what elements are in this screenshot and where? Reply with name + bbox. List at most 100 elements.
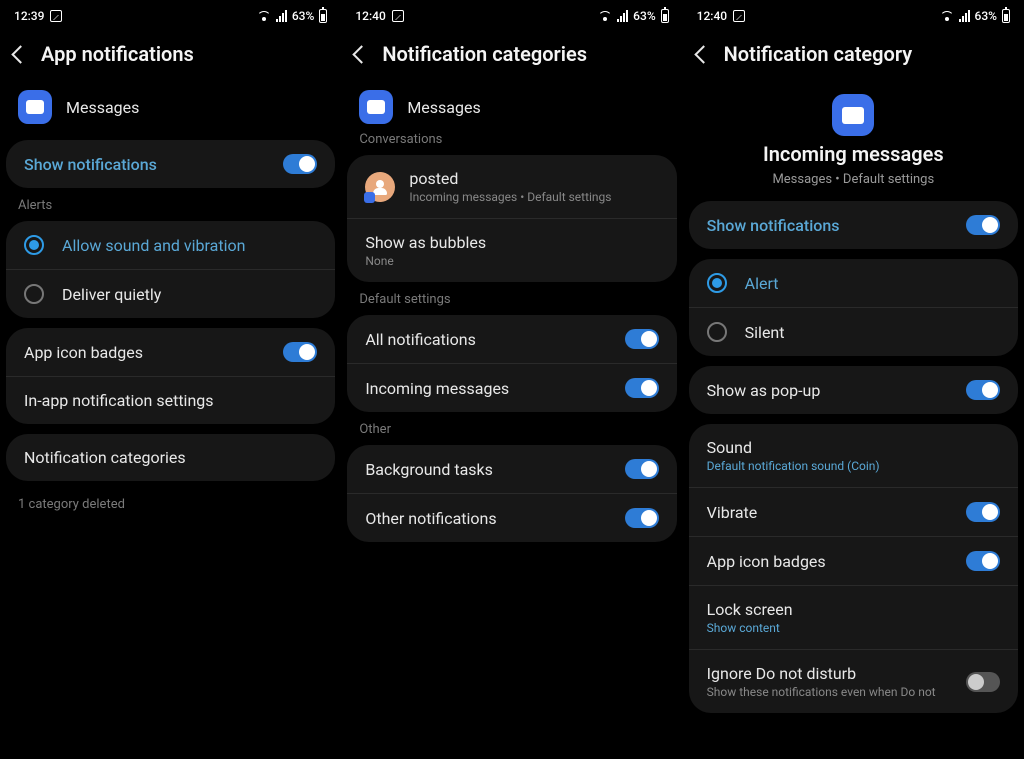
show-notifications-card: Show notifications <box>689 201 1018 249</box>
battery-icon <box>319 9 327 23</box>
toggle-app-icon-badges[interactable] <box>283 342 317 362</box>
row-label: All notifications <box>365 330 476 349</box>
toggle-show-notifications[interactable] <box>283 154 317 174</box>
screenshot-icon <box>733 10 745 22</box>
screenshot-icon <box>392 10 404 22</box>
back-icon[interactable] <box>353 45 371 63</box>
radio-allow-sound[interactable] <box>24 235 44 255</box>
category-title: Incoming messages <box>763 142 944 166</box>
toggle-app-icon-badges[interactable] <box>966 551 1000 571</box>
page-header: Notification category <box>683 28 1024 84</box>
category-subtitle: Messages • Default settings <box>772 172 934 187</box>
app-row[interactable]: Messages <box>341 84 682 132</box>
screen-notification-categories: 12:40 63% Notification categories Messag… <box>341 0 682 759</box>
status-bar: 12:40 63% <box>683 0 1024 28</box>
toggle-incoming-messages[interactable] <box>625 378 659 398</box>
back-icon[interactable] <box>11 45 29 63</box>
row-label: App icon badges <box>24 343 143 362</box>
toggle-all-notifications[interactable] <box>625 329 659 349</box>
alert-row[interactable]: Alert <box>689 259 1018 307</box>
row-label: Show notifications <box>24 155 157 174</box>
screen-app-notifications: 12:39 63% App notifications Messages Sho… <box>0 0 341 759</box>
row-label: Deliver quietly <box>62 285 161 304</box>
radio-deliver-quietly[interactable] <box>24 284 44 304</box>
battery-icon <box>661 9 669 23</box>
alert-mode-card: Alert Silent <box>689 259 1018 356</box>
vibrate-row[interactable]: Vibrate <box>689 487 1018 536</box>
page-title: App notifications <box>41 42 194 66</box>
background-tasks-row[interactable]: Background tasks <box>347 445 676 493</box>
avatar-icon <box>365 172 395 202</box>
signal-icon <box>617 10 628 22</box>
toggle-vibrate[interactable] <box>966 502 1000 522</box>
back-icon[interactable] <box>694 45 712 63</box>
popup-row[interactable]: Show as pop-up <box>689 366 1018 414</box>
wifi-icon <box>257 11 271 21</box>
row-label: Ignore Do not disturb <box>707 664 954 683</box>
options-card: App icon badges In-app notification sett… <box>6 328 335 424</box>
conversations-card: posted Incoming messages • Default setti… <box>347 155 676 282</box>
default-section-label: Default settings <box>341 292 682 315</box>
silent-row[interactable]: Silent <box>689 307 1018 356</box>
row-sub: Default notification sound (Coin) <box>707 459 880 473</box>
messages-app-icon <box>832 94 874 136</box>
radio-alert[interactable] <box>707 273 727 293</box>
row-label: Show as pop-up <box>707 381 821 400</box>
in-app-settings-row[interactable]: In-app notification settings <box>6 376 335 424</box>
wifi-icon <box>598 11 612 21</box>
row-label: App icon badges <box>707 552 826 571</box>
notification-categories-row[interactable]: Notification categories <box>6 434 335 481</box>
conversations-section-label: Conversations <box>341 132 682 155</box>
popup-card: Show as pop-up <box>689 366 1018 414</box>
page-title: Notification category <box>724 42 913 66</box>
app-icon-badges-row[interactable]: App icon badges <box>6 328 335 376</box>
row-sub: Show content <box>707 621 793 635</box>
battery-pct: 63% <box>292 9 314 23</box>
categories-card: Notification categories <box>6 434 335 481</box>
row-label: Silent <box>745 323 785 342</box>
lock-screen-row[interactable]: Lock screen Show content <box>689 585 1018 649</box>
deliver-quietly-row[interactable]: Deliver quietly <box>6 269 335 318</box>
status-bar: 12:39 63% <box>0 0 341 28</box>
screenshot-icon <box>50 10 62 22</box>
toggle-other-notifications[interactable] <box>625 508 659 528</box>
show-bubbles-row[interactable]: Show as bubbles None <box>347 218 676 282</box>
messages-app-icon <box>18 90 52 124</box>
app-row[interactable]: Messages <box>0 84 341 140</box>
row-label: Show as bubbles <box>365 233 486 252</box>
default-card: All notifications Incoming messages <box>347 315 676 412</box>
ignore-dnd-row[interactable]: Ignore Do not disturb Show these notific… <box>689 649 1018 713</box>
row-sub: None <box>365 254 486 268</box>
other-card: Background tasks Other notifications <box>347 445 676 542</box>
other-section-label: Other <box>341 422 682 445</box>
sound-row[interactable]: Sound Default notification sound (Coin) <box>689 424 1018 487</box>
messages-app-icon <box>359 90 393 124</box>
app-icon-badges-row[interactable]: App icon badges <box>689 536 1018 585</box>
incoming-messages-row[interactable]: Incoming messages <box>347 363 676 412</box>
status-time: 12:40 <box>697 9 727 23</box>
row-label: Show notifications <box>707 216 840 235</box>
details-card: Sound Default notification sound (Coin) … <box>689 424 1018 713</box>
app-name: Messages <box>66 98 139 117</box>
toggle-background-tasks[interactable] <box>625 459 659 479</box>
toggle-show-notifications[interactable] <box>966 215 1000 235</box>
posted-row[interactable]: posted Incoming messages • Default setti… <box>347 155 676 218</box>
row-label: Background tasks <box>365 460 493 479</box>
row-label: Notification categories <box>24 448 186 467</box>
row-label: Sound <box>707 438 880 457</box>
show-notifications-row[interactable]: Show notifications <box>689 201 1018 249</box>
toggle-popup[interactable] <box>966 380 1000 400</box>
radio-silent[interactable] <box>707 322 727 342</box>
row-label: Incoming messages <box>365 379 509 398</box>
other-notifications-row[interactable]: Other notifications <box>347 493 676 542</box>
page-title: Notification categories <box>382 42 587 66</box>
row-label: Lock screen <box>707 600 793 619</box>
battery-pct: 63% <box>975 9 997 23</box>
toggle-ignore-dnd[interactable] <box>966 672 1000 692</box>
row-label: Other notifications <box>365 509 496 528</box>
status-time: 12:39 <box>14 9 44 23</box>
row-label: posted <box>409 169 611 188</box>
all-notifications-row[interactable]: All notifications <box>347 315 676 363</box>
show-notifications-row[interactable]: Show notifications <box>6 140 335 188</box>
allow-sound-row[interactable]: Allow sound and vibration <box>6 221 335 269</box>
